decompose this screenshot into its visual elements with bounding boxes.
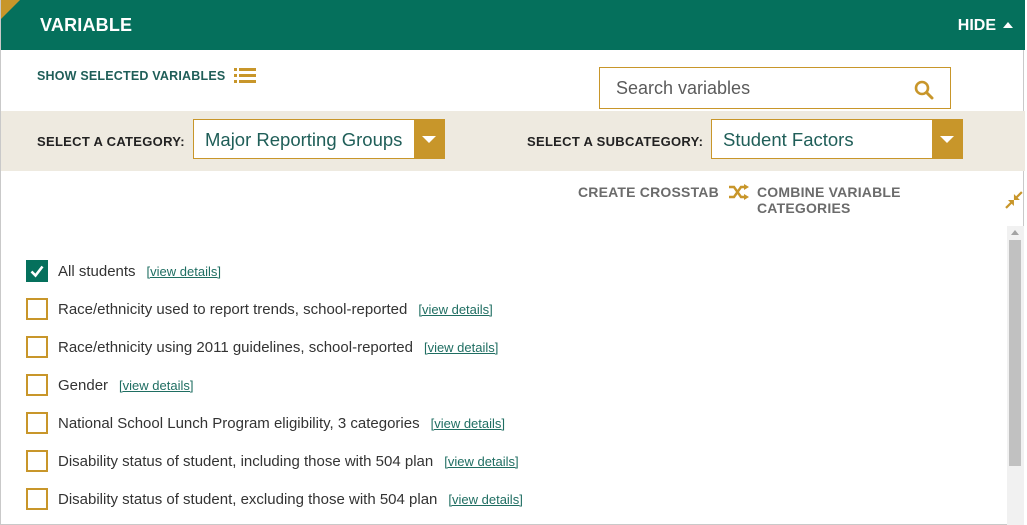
view-details-link[interactable]: [view details] [418, 302, 492, 317]
show-selected-label: SHOW SELECTED VARIABLES [37, 69, 226, 83]
checkbox[interactable] [26, 488, 48, 510]
create-crosstab-button[interactable]: CREATE CROSSTAB [578, 184, 750, 200]
list-item: Race/ethnicity used to report trends, sc… [26, 298, 493, 320]
create-crosstab-label: CREATE CROSSTAB [578, 184, 719, 200]
show-selected-variables-button[interactable]: SHOW SELECTED VARIABLES [37, 68, 257, 84]
category-select[interactable]: Major Reporting Groups [193, 119, 445, 159]
variable-label: Race/ethnicity using 2011 guidelines, sc… [58, 338, 413, 356]
variable-label: Disability status of student, including … [58, 452, 434, 470]
variable-label: Gender [58, 376, 109, 394]
list-icon [234, 68, 257, 84]
category-bar: SELECT A CATEGORY: Major Reporting Group… [1, 111, 1025, 171]
variable-label: Disability status of student, excluding … [58, 490, 438, 508]
view-details-link[interactable]: [view details] [424, 340, 498, 355]
view-details-link[interactable]: [view details] [431, 416, 505, 431]
collapse-arrows-icon [1005, 191, 1023, 209]
variable-panel: VARIABLE HIDE SHOW SELECTED VARIABLES SE… [0, 0, 1025, 525]
chevron-down-icon [932, 120, 962, 158]
corner-accent [1, 0, 20, 19]
checkbox[interactable] [26, 374, 48, 396]
combine-variable-categories-label: COMBINE VARIABLE CATEGORIES [757, 184, 901, 216]
list-item: Race/ethnicity using 2011 guidelines, sc… [26, 336, 498, 358]
view-details-link[interactable]: [view details] [448, 492, 522, 507]
category-label: SELECT A CATEGORY: [37, 134, 185, 149]
chevron-down-icon [414, 120, 444, 158]
scrollbar[interactable] [1007, 226, 1024, 525]
combine-variable-categories-button[interactable]: COMBINE VARIABLE CATEGORIES [757, 184, 1023, 216]
variable-label: All students [58, 262, 136, 280]
view-details-link[interactable]: [view details] [147, 264, 221, 279]
checkmark-icon [30, 265, 44, 278]
shuffle-icon [728, 184, 749, 200]
checkbox[interactable] [26, 450, 48, 472]
checkbox[interactable] [26, 298, 48, 320]
list-item: All students [view details] [26, 260, 221, 282]
list-item: Disability status of student, including … [26, 450, 519, 472]
scroll-thumb[interactable] [1009, 240, 1021, 466]
list-item: Gender [view details] [26, 374, 193, 396]
variable-label: National School Lunch Program eligibilit… [58, 414, 420, 432]
search-box [599, 67, 951, 109]
panel-title: VARIABLE [40, 15, 133, 35]
subcategory-select[interactable]: Student Factors [711, 119, 963, 159]
checkbox[interactable] [26, 336, 48, 358]
category-selected-value: Major Reporting Groups [205, 129, 403, 150]
scroll-up-arrow-icon[interactable] [1011, 230, 1019, 235]
hide-button[interactable]: HIDE [958, 17, 1013, 35]
variable-label: Race/ethnicity used to report trends, sc… [58, 300, 408, 318]
subcategory-selected-value: Student Factors [723, 129, 854, 150]
view-details-link[interactable]: [view details] [119, 378, 193, 393]
checkbox-checked[interactable] [26, 260, 48, 282]
panel-header: VARIABLE HIDE [1, 0, 1025, 50]
list-item: National School Lunch Program eligibilit… [26, 412, 505, 434]
caret-up-icon [1003, 22, 1013, 28]
list-item: Disability status of student, excluding … [26, 488, 523, 510]
subcategory-label: SELECT A SUBCATEGORY: [527, 134, 704, 149]
checkbox[interactable] [26, 412, 48, 434]
view-details-link[interactable]: [view details] [444, 454, 518, 469]
hide-label: HIDE [957, 17, 996, 34]
search-input[interactable] [616, 78, 896, 99]
search-icon[interactable] [914, 80, 934, 100]
